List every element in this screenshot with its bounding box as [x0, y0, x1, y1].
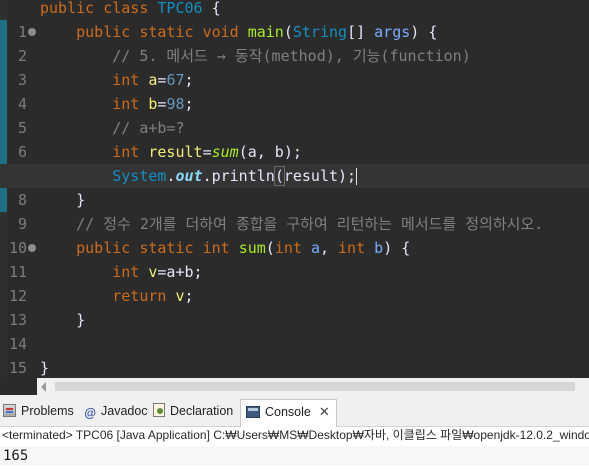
- method-name: sum: [238, 239, 266, 257]
- scroll-left-arrow-icon[interactable]: [41, 382, 46, 392]
- number-literal: 67: [166, 71, 185, 89]
- method-name: main: [247, 23, 284, 41]
- brace: }: [40, 359, 50, 377]
- keyword: int: [338, 239, 366, 257]
- parameter: b: [374, 239, 384, 257]
- operator: =: [202, 143, 212, 161]
- keyword: int: [112, 95, 140, 113]
- paren: (: [265, 239, 275, 257]
- keyword: public: [76, 239, 131, 257]
- code-line[interactable]: 13 return v;: [0, 284, 589, 329]
- code-line[interactable]: 3 // 5. 메서드 → 동작(method), 기능(function): [0, 44, 589, 89]
- number-literal: 98: [166, 95, 185, 113]
- code-line[interactable]: 14 }: [0, 308, 589, 353]
- paren-brace: ) {: [410, 23, 438, 41]
- fold-toggle-icon[interactable]: [28, 28, 36, 36]
- tab-label: Declaration: [170, 404, 234, 418]
- console-output[interactable]: 165: [0, 446, 589, 466]
- keyword: void: [202, 23, 239, 41]
- problems-icon: [3, 404, 16, 417]
- semicolon: ;: [184, 71, 194, 89]
- tab-console[interactable]: Console ✕: [240, 399, 337, 427]
- keyword: static: [139, 239, 194, 257]
- comment: // a+b=?: [112, 119, 185, 137]
- class-name: TPC06: [157, 0, 203, 17]
- tab-declaration[interactable]: Declaration: [153, 399, 233, 423]
- keyword: class: [103, 0, 149, 17]
- code-line[interactable]: 6 // a+b=?: [0, 116, 589, 161]
- keyword: public: [40, 0, 95, 17]
- static-field: out: [175, 167, 203, 185]
- code-line[interactable]: 1 public class TPC06 {: [0, 0, 589, 41]
- console-icon: [246, 406, 260, 418]
- fold-toggle-icon[interactable]: [28, 244, 36, 252]
- comma: ,: [319, 239, 329, 257]
- javadoc-icon: @: [84, 406, 96, 420]
- console-status: <terminated> TPC06 [Java Application] C:…: [2, 428, 589, 442]
- console-output-text: 165: [3, 448, 29, 464]
- brackets: []: [347, 23, 366, 41]
- code-line[interactable]: 9 }: [0, 188, 589, 233]
- tab-javadoc[interactable]: @ Javadoc: [84, 399, 148, 423]
- paren: (: [283, 23, 293, 41]
- code-line[interactable]: 11 public static int sum(int a, int b) {: [0, 236, 589, 281]
- scroll-corner: [0, 378, 37, 395]
- code-line[interactable]: 15: [0, 332, 589, 377]
- keyword: int: [202, 239, 230, 257]
- dot: .: [202, 167, 212, 185]
- code-line[interactable]: 4 int a=67;: [0, 68, 589, 113]
- brace: {: [211, 0, 221, 17]
- semicolon: ;: [184, 287, 194, 305]
- class-name: System: [112, 167, 167, 185]
- paren-brace: ) {: [383, 239, 411, 257]
- declaration-icon: [153, 403, 165, 417]
- scroll-thumb[interactable]: [55, 382, 575, 391]
- code-line[interactable]: 16 }: [0, 356, 589, 401]
- expression: =a+b;: [157, 263, 203, 281]
- tab-label: Javadoc: [101, 404, 148, 418]
- views-panel: Problems @ Javadoc Declaration Console ✕ <…: [0, 395, 589, 474]
- keyword: int: [112, 71, 140, 89]
- keyword: int: [112, 143, 140, 161]
- comment: // 정수 2개를 더하여 종합을 구하여 리턴하는 메서드를 정의하시오.: [76, 215, 544, 233]
- text-cursor: [356, 168, 358, 185]
- variable: v: [175, 287, 185, 305]
- code-line[interactable]: 2 public static void main(String[] args)…: [0, 20, 589, 65]
- tab-label: Problems: [21, 404, 74, 418]
- current-code-line[interactable]: 8 System.out.println(result);: [0, 164, 589, 209]
- brace: }: [76, 311, 86, 329]
- parameter: a: [310, 239, 320, 257]
- keyword: int: [274, 239, 302, 257]
- matching-bracket: (: [273, 166, 285, 186]
- keyword: static: [139, 23, 194, 41]
- type-name: String: [292, 23, 348, 41]
- horizontal-scrollbar[interactable]: [37, 378, 589, 395]
- keyword: int: [112, 263, 140, 281]
- code-line[interactable]: 5 int b=98;: [0, 92, 589, 137]
- keyword: return: [112, 287, 167, 305]
- brace: }: [76, 191, 86, 209]
- parameter: args: [374, 23, 411, 41]
- code-editor[interactable]: 1 public class TPC06 { 2 public static v…: [0, 0, 589, 401]
- semicolon: ;: [184, 95, 194, 113]
- variable: result: [148, 143, 203, 161]
- close-icon[interactable]: ✕: [319, 404, 330, 419]
- tab-problems[interactable]: Problems: [3, 399, 74, 423]
- method-call: sum: [211, 143, 239, 161]
- tab-label: Console: [265, 405, 311, 419]
- arguments: (a, b);: [238, 143, 302, 161]
- comment: // 5. 메서드 → 동작(method), 기능(function): [112, 47, 471, 65]
- argument: result: [283, 167, 339, 185]
- keyword: public: [76, 23, 131, 41]
- method-call: println: [211, 167, 275, 185]
- code-line[interactable]: 10 // 정수 2개를 더하여 종합을 구하여 리턴하는 메서드를 정의하시오…: [0, 212, 589, 257]
- paren-semicolon: );: [338, 167, 357, 185]
- code-line[interactable]: 12 int v=a+b;: [0, 260, 589, 305]
- code-line[interactable]: 7 int result=sum(a, b);: [0, 140, 589, 185]
- view-tab-bar: Problems @ Javadoc Declaration Console ✕: [0, 395, 589, 427]
